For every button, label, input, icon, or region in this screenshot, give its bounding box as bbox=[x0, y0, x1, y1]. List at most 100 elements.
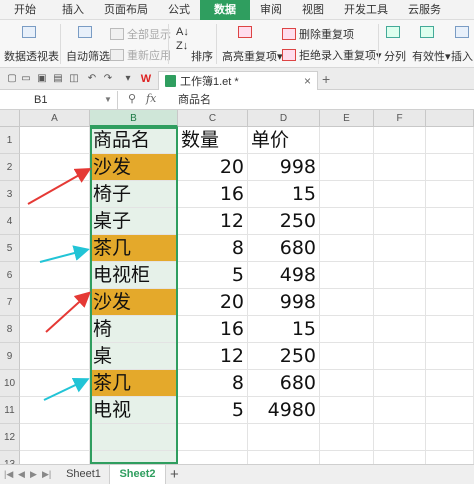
undo-icon[interactable]: ↶ bbox=[86, 73, 98, 85]
menu-insert[interactable]: 插入 bbox=[52, 0, 94, 20]
cell-f2[interactable] bbox=[374, 154, 426, 181]
insert-dropdown-button[interactable]: 插入 bbox=[451, 48, 473, 64]
menu-developer[interactable]: 开发工具 bbox=[334, 0, 398, 20]
cell-f10[interactable] bbox=[374, 370, 426, 397]
split-column-icon[interactable] bbox=[386, 26, 403, 38]
pivot-table-icon[interactable] bbox=[22, 26, 39, 38]
cell-d3[interactable]: 15 bbox=[248, 181, 320, 208]
cell-f3[interactable] bbox=[374, 181, 426, 208]
cell-c4[interactable]: 12 bbox=[178, 208, 248, 235]
column-header-a[interactable]: A bbox=[20, 110, 90, 127]
cell-e12[interactable] bbox=[320, 424, 374, 451]
cell-e13[interactable] bbox=[320, 451, 374, 464]
reject-duplicates-button[interactable]: 拒绝录入重复项▾ bbox=[282, 47, 382, 63]
cell-b2[interactable]: 沙发 bbox=[90, 154, 178, 181]
cell-filler[interactable] bbox=[426, 370, 474, 397]
row-header-9[interactable]: 9 bbox=[0, 343, 20, 370]
menu-data[interactable]: 数据 bbox=[200, 0, 250, 20]
cell-e1[interactable] bbox=[320, 127, 374, 154]
cell-c13[interactable] bbox=[178, 451, 248, 464]
cell-d10[interactable]: 680 bbox=[248, 370, 320, 397]
cell-b4[interactable]: 桌子 bbox=[90, 208, 178, 235]
menu-view[interactable]: 视图 bbox=[292, 0, 334, 20]
cell-b6[interactable]: 电视柜 bbox=[90, 262, 178, 289]
column-header-f[interactable]: F bbox=[374, 110, 426, 127]
cell-e10[interactable] bbox=[320, 370, 374, 397]
redo-icon[interactable]: ↷ bbox=[102, 73, 114, 85]
cell-c8[interactable]: 16 bbox=[178, 316, 248, 343]
cell-filler[interactable] bbox=[426, 262, 474, 289]
row-header-1[interactable]: 1 bbox=[0, 127, 20, 154]
cell-b1[interactable]: 商品名 bbox=[90, 127, 178, 154]
show-all-button[interactable]: 全部显示 bbox=[110, 26, 171, 42]
row-header-10[interactable]: 10 bbox=[0, 370, 20, 397]
cell-a5[interactable] bbox=[20, 235, 90, 262]
wps-logo-icon[interactable]: W bbox=[140, 73, 152, 85]
cell-c7[interactable]: 20 bbox=[178, 289, 248, 316]
cell-c10[interactable]: 8 bbox=[178, 370, 248, 397]
new-file-icon[interactable]: ▢ bbox=[6, 73, 18, 85]
print-icon[interactable]: ▤ bbox=[52, 73, 64, 85]
cell-e8[interactable] bbox=[320, 316, 374, 343]
row-header-4[interactable]: 4 bbox=[0, 208, 20, 235]
pivot-table-button[interactable]: 数据透视表 bbox=[4, 48, 59, 64]
cell-b7[interactable]: 沙发 bbox=[90, 289, 178, 316]
cell-b13[interactable] bbox=[90, 451, 178, 464]
highlight-duplicates-icon[interactable] bbox=[238, 26, 255, 38]
cell-e5[interactable] bbox=[320, 235, 374, 262]
cell-c9[interactable]: 12 bbox=[178, 343, 248, 370]
cell-d2[interactable]: 998 bbox=[248, 154, 320, 181]
row-header-13[interactable]: 13 bbox=[0, 451, 20, 464]
column-header-c[interactable]: C bbox=[178, 110, 248, 127]
cell-b8[interactable]: 椅 bbox=[90, 316, 178, 343]
cell-d13[interactable] bbox=[248, 451, 320, 464]
function-icon[interactable]: fx bbox=[146, 92, 156, 105]
cell-filler[interactable] bbox=[426, 235, 474, 262]
cell-b10[interactable]: 茶几 bbox=[90, 370, 178, 397]
sheet-tab-sheet2[interactable]: Sheet2 bbox=[110, 465, 166, 484]
cell-d4[interactable]: 250 bbox=[248, 208, 320, 235]
row-header-12[interactable]: 12 bbox=[0, 424, 20, 451]
cell-filler[interactable] bbox=[426, 289, 474, 316]
cell-a6[interactable] bbox=[20, 262, 90, 289]
cell-c6[interactable]: 5 bbox=[178, 262, 248, 289]
cell-c1[interactable]: 数量 bbox=[178, 127, 248, 154]
cell-d9[interactable]: 250 bbox=[248, 343, 320, 370]
menu-review[interactable]: 审阅 bbox=[250, 0, 292, 20]
cell-f12[interactable] bbox=[374, 424, 426, 451]
cell-f9[interactable] bbox=[374, 343, 426, 370]
cell-e9[interactable] bbox=[320, 343, 374, 370]
cell-d7[interactable]: 998 bbox=[248, 289, 320, 316]
cell-c12[interactable] bbox=[178, 424, 248, 451]
cell-a9[interactable] bbox=[20, 343, 90, 370]
customize-dropdown-icon[interactable]: ▾ bbox=[122, 73, 134, 85]
auto-filter-button[interactable]: 自动筛选 bbox=[66, 48, 110, 64]
cell-b3[interactable]: 椅子 bbox=[90, 181, 178, 208]
cell-c2[interactable]: 20 bbox=[178, 154, 248, 181]
menu-home[interactable]: 开始 bbox=[0, 0, 52, 20]
cell-filler[interactable] bbox=[426, 127, 474, 154]
row-header-5[interactable]: 5 bbox=[0, 235, 20, 262]
cell-a3[interactable] bbox=[20, 181, 90, 208]
name-box-dropdown-icon[interactable]: ▼ bbox=[104, 91, 112, 109]
row-header-8[interactable]: 8 bbox=[0, 316, 20, 343]
cell-a10[interactable] bbox=[20, 370, 90, 397]
cell-e6[interactable] bbox=[320, 262, 374, 289]
print-preview-icon[interactable]: ◫ bbox=[68, 73, 80, 85]
sort-ascending-icon[interactable]: A↓ bbox=[176, 26, 189, 38]
select-all-corner[interactable] bbox=[0, 110, 20, 127]
cell-d12[interactable] bbox=[248, 424, 320, 451]
magnifier-icon[interactable]: ⚲ bbox=[128, 92, 136, 105]
cell-f4[interactable] bbox=[374, 208, 426, 235]
cell-filler[interactable] bbox=[426, 154, 474, 181]
cell-d5[interactable]: 680 bbox=[248, 235, 320, 262]
cell-filler[interactable] bbox=[426, 397, 474, 424]
cell-a13[interactable] bbox=[20, 451, 90, 464]
row-header-11[interactable]: 11 bbox=[0, 397, 20, 424]
cell-f11[interactable] bbox=[374, 397, 426, 424]
cell-f5[interactable] bbox=[374, 235, 426, 262]
menu-formulas[interactable]: 公式 bbox=[158, 0, 200, 20]
cell-a4[interactable] bbox=[20, 208, 90, 235]
column-header-d[interactable]: D bbox=[248, 110, 320, 127]
cell-filler[interactable] bbox=[426, 208, 474, 235]
